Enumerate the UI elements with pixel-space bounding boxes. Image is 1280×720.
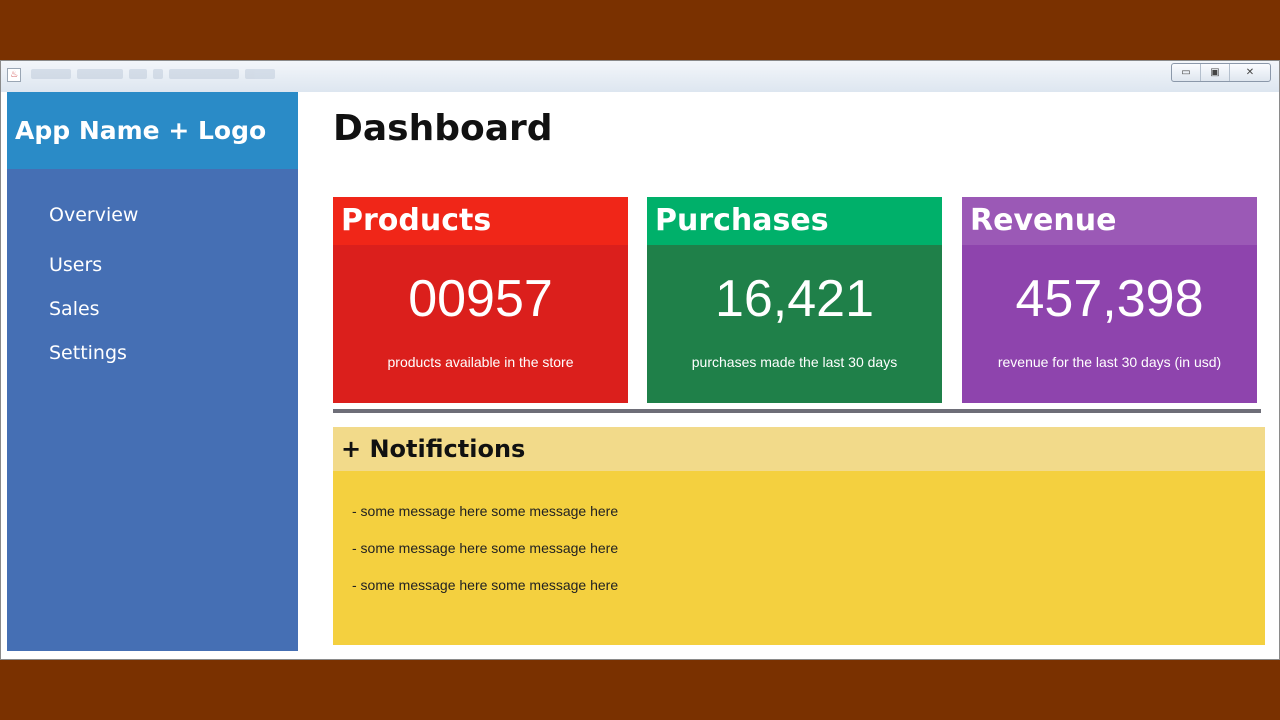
sidebar-item-overview[interactable]: Overview	[49, 204, 138, 226]
sidebar: App Name + Logo Overview Users Sales Set…	[7, 92, 298, 651]
revenue-card: Revenue 457,398 revenue for the last 30 …	[962, 197, 1257, 403]
sidebar-item-settings[interactable]: Settings	[49, 342, 127, 364]
purchases-card: Purchases 16,421 purchases made the last…	[647, 197, 942, 403]
card-caption: products available in the store	[387, 354, 574, 370]
app-brand: App Name + Logo	[7, 92, 298, 169]
minimize-button[interactable]: ▭	[1172, 64, 1200, 81]
sidebar-item-users[interactable]: Users	[49, 254, 102, 276]
card-title: Products	[333, 197, 628, 245]
sidebar-item-sales[interactable]: Sales	[49, 298, 100, 320]
notification-message: - some message here some message here	[352, 540, 619, 556]
java-app-icon: ♨	[7, 68, 21, 82]
card-title: Purchases	[647, 197, 942, 245]
card-value: 16,421	[714, 270, 875, 328]
card-caption: purchases made the last 30 days	[691, 354, 898, 370]
card-caption: revenue for the last 30 days (in usd)	[997, 354, 1222, 370]
app-window: ♨ ▭ ▣ ✕ App Name + Logo Overview Users S…	[0, 60, 1280, 660]
maximize-button[interactable]: ▣	[1200, 64, 1229, 81]
notification-message: - some message here some message here	[352, 503, 619, 519]
notification-message: - some message here some message here	[352, 577, 619, 593]
card-value: 00957	[408, 270, 553, 328]
notifications-header[interactable]: + Notifictions	[333, 427, 1265, 471]
products-card: Products 00957 products available in the…	[333, 197, 628, 403]
window-controls: ▭ ▣ ✕	[1171, 63, 1271, 82]
close-button[interactable]: ✕	[1229, 64, 1270, 81]
section-divider	[333, 409, 1261, 413]
title-bar: ♨ ▭ ▣ ✕	[1, 61, 1279, 92]
page-title: Dashboard	[333, 108, 553, 149]
toolbar-strip	[31, 69, 275, 83]
card-title: Revenue	[962, 197, 1257, 245]
notifications-panel: + Notifictions - some message here some …	[333, 427, 1265, 645]
card-value: 457,398	[1015, 270, 1204, 328]
